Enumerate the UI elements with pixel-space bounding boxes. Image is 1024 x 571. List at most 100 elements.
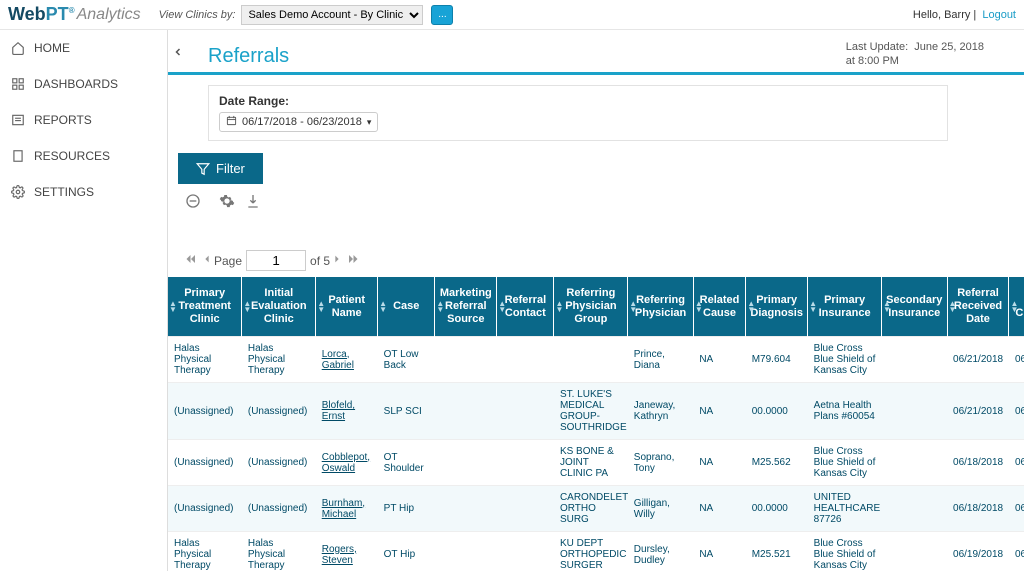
sort-handle-icon[interactable]: ▲▼ — [695, 301, 703, 313]
table-cell: OT Hip — [378, 532, 435, 571]
table-cell — [497, 440, 554, 486]
table-cell — [882, 383, 948, 440]
table-cell: Halas Physical Therapy — [242, 337, 316, 383]
table-cell: NA — [693, 383, 745, 440]
sort-handle-icon[interactable]: ▲▼ — [243, 301, 251, 313]
table-cell: Gilligan, Willy — [628, 486, 694, 532]
patient-link[interactable]: Rogers, Steven — [322, 544, 357, 566]
table-cell: Lorca, Gabriel — [316, 337, 378, 383]
page-label: Page — [214, 254, 242, 268]
sort-handle-icon[interactable]: ▲▼ — [169, 301, 177, 313]
column-header[interactable]: ▲▼Case — [378, 277, 435, 337]
table-wrapper[interactable]: ▲▼Primary Treatment Clinic▲▼Initial Eval… — [168, 277, 1024, 571]
column-header[interactable]: ▲▼Secondary Insurance — [882, 277, 948, 337]
first-page-button[interactable] — [184, 253, 198, 268]
clinic-action-button[interactable]: ... — [431, 5, 453, 25]
sidebar-item-settings[interactable]: SETTINGS — [0, 174, 167, 210]
patient-link[interactable]: Lorca, Gabriel — [322, 349, 354, 371]
filter-button[interactable]: Filter — [178, 153, 263, 184]
table-cell: OT Shoulder — [378, 440, 435, 486]
sort-handle-icon[interactable]: ▲▼ — [747, 301, 755, 313]
table-cell: 06/18/2018 — [947, 440, 1009, 486]
column-header[interactable]: ▲▼Primary Diagnosis — [746, 277, 808, 337]
column-header[interactable]: ▲▼Related Cause — [693, 277, 745, 337]
sort-handle-icon[interactable]: ▲▼ — [498, 301, 506, 313]
sort-handle-icon[interactable]: ▲▼ — [809, 301, 817, 313]
sort-handle-icon[interactable]: ▲▼ — [949, 301, 957, 313]
sidebar: HOME DASHBOARDS REPORTS RESOURCES SETTIN… — [0, 30, 168, 571]
date-range-card: Date Range: 06/17/2018 - 06/23/2018 ▾ — [208, 85, 948, 141]
download-button[interactable] — [244, 192, 262, 210]
home-icon — [10, 40, 26, 56]
sidebar-item-reports[interactable]: REPORTS — [0, 102, 167, 138]
table-cell: (Unassigned) — [242, 383, 316, 440]
table-cell — [435, 383, 497, 440]
calendar-icon — [226, 115, 237, 129]
content-area: Referrals Last Update: June 25, 2018 at … — [168, 30, 1024, 571]
last-page-button[interactable] — [346, 253, 360, 268]
patient-link[interactable]: Burnham, Michael — [322, 498, 365, 520]
column-header[interactable]: ▲▼Case Creation — [1009, 277, 1024, 337]
table-cell: Blofeld, Ernst — [316, 383, 378, 440]
sidebar-item-label: DASHBOARDS — [34, 77, 118, 91]
column-header[interactable]: ▲▼Patient Name — [316, 277, 378, 337]
document-icon — [10, 148, 26, 164]
table-cell — [435, 486, 497, 532]
sidebar-item-dashboards[interactable]: DASHBOARDS — [0, 66, 167, 102]
table-cell: 00.0000 — [746, 486, 808, 532]
sort-handle-icon[interactable]: ▲▼ — [1010, 301, 1018, 313]
collapse-all-button[interactable] — [184, 192, 202, 210]
table-cell: M25.562 — [746, 440, 808, 486]
column-header[interactable]: ▲▼Referring Physician Group — [554, 277, 628, 337]
sort-handle-icon[interactable]: ▲▼ — [629, 301, 637, 313]
sort-handle-icon[interactable]: ▲▼ — [317, 301, 325, 313]
topbar: WebPT® Analytics View Clinics by: Sales … — [0, 0, 1024, 30]
table-row: Halas Physical TherapyHalas Physical The… — [168, 337, 1024, 383]
next-page-button[interactable] — [332, 253, 342, 268]
sidebar-collapse-button[interactable] — [172, 44, 184, 63]
sort-handle-icon[interactable]: ▲▼ — [436, 301, 444, 313]
table-row: (Unassigned)(Unassigned)Burnham, Michael… — [168, 486, 1024, 532]
gear-icon — [10, 184, 26, 200]
column-header[interactable]: ▲▼Primary Treatment Clinic — [168, 277, 242, 337]
clinic-select[interactable]: Sales Demo Account - By Clinic — [241, 5, 423, 25]
table-row: Halas Physical TherapyHalas Physical The… — [168, 532, 1024, 571]
sort-handle-icon[interactable]: ▲▼ — [555, 301, 563, 313]
table-cell: (Unassigned) — [242, 440, 316, 486]
sort-handle-icon[interactable]: ▲▼ — [883, 301, 891, 313]
sidebar-item-label: SETTINGS — [34, 185, 94, 199]
table-cell: 06/21/2018 — [947, 337, 1009, 383]
table-cell — [882, 486, 948, 532]
logout-link[interactable]: Logout — [982, 9, 1016, 21]
column-header[interactable]: ▲▼Referring Physician — [628, 277, 694, 337]
table-cell — [497, 486, 554, 532]
sidebar-item-label: RESOURCES — [34, 149, 110, 163]
sort-handle-icon[interactable]: ▲▼ — [379, 301, 387, 313]
table-cell: Blue Cross Blue Shield of Kansas City — [808, 532, 882, 571]
prev-page-button[interactable] — [202, 253, 212, 268]
column-header[interactable]: ▲▼Referral Received Date — [947, 277, 1009, 337]
page-title: Referrals — [208, 45, 289, 68]
table-cell: 00.0000 — [746, 383, 808, 440]
settings-button[interactable] — [218, 192, 236, 210]
table-cell — [497, 532, 554, 571]
sidebar-item-resources[interactable]: RESOURCES — [0, 138, 167, 174]
column-header[interactable]: ▲▼Initial Evaluation Clinic — [242, 277, 316, 337]
table-cell — [435, 440, 497, 486]
caret-down-icon: ▾ — [367, 117, 372, 128]
column-header[interactable]: ▲▼Marketing Referral Source — [435, 277, 497, 337]
table-cell: 06/21/2018 — [1009, 383, 1024, 440]
patient-link[interactable]: Cobblepot, Oswald — [322, 452, 370, 474]
table-cell: 06/19/2018 — [1009, 532, 1024, 571]
date-range-picker[interactable]: 06/17/2018 - 06/23/2018 ▾ — [219, 112, 378, 132]
page-input[interactable] — [246, 250, 306, 271]
table-cell — [882, 532, 948, 571]
column-header[interactable]: ▲▼Primary Insurance — [808, 277, 882, 337]
table-cell: M79.604 — [746, 337, 808, 383]
sidebar-item-home[interactable]: HOME — [0, 30, 167, 66]
column-header[interactable]: ▲▼Referral Contact — [497, 277, 554, 337]
table-cell — [497, 337, 554, 383]
table-cell: Blue Cross Blue Shield of Kansas City — [808, 337, 882, 383]
patient-link[interactable]: Blofeld, Ernst — [322, 400, 355, 422]
table-cell: (Unassigned) — [168, 440, 242, 486]
